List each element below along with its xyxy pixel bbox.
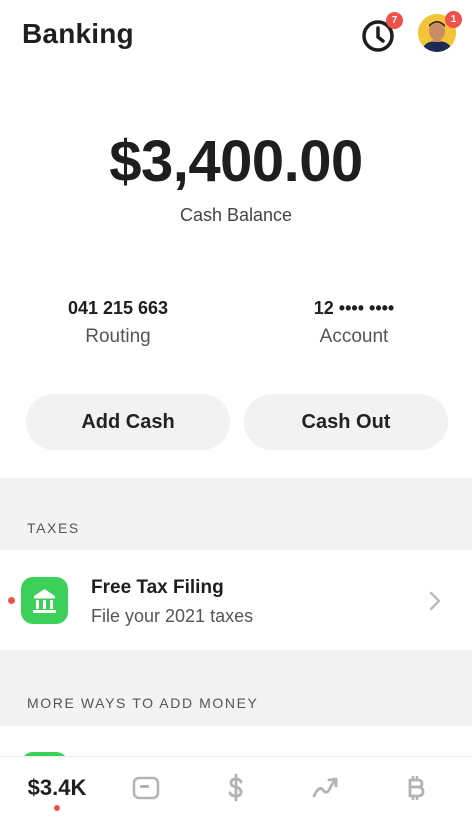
taxes-section-label: TAXES: [27, 520, 80, 536]
activity-button[interactable]: 7: [358, 12, 403, 56]
top-bar: Banking 7 1: [0, 0, 472, 72]
cash-balance-amount: $3,400.00: [109, 129, 363, 194]
dollar-icon: [228, 773, 243, 801]
tab-bar: $3.4K: [0, 756, 472, 818]
profile-button[interactable]: 1: [418, 11, 462, 54]
tax-item-title: Free Tax Filing: [91, 577, 224, 598]
tab-pay[interactable]: [208, 757, 264, 818]
tab-money-label: $3.4K: [27, 774, 87, 800]
page-title: Banking: [22, 18, 134, 49]
investing-icon: [312, 777, 338, 797]
tab-bitcoin[interactable]: [388, 757, 444, 818]
routing-info[interactable]: 041 215 663 Routing: [0, 298, 236, 348]
tax-icon-tile: [21, 577, 68, 624]
account-info[interactable]: 12 •••• •••• Account: [236, 298, 472, 348]
account-label: Account: [319, 326, 389, 347]
tab-card[interactable]: [118, 757, 174, 818]
free-tax-filing-row[interactable]: Free Tax Filing File your 2021 taxes: [0, 550, 472, 650]
cash-balance-label: Cash Balance: [179, 205, 293, 225]
tax-item-subtitle: File your 2021 taxes: [91, 606, 254, 626]
taxes-section-header: TAXES: [0, 478, 472, 550]
routing-label: Routing: [85, 326, 151, 347]
chevron-right-icon: [429, 591, 441, 611]
more-ways-section-header: MORE WAYS TO ADD MONEY: [0, 650, 472, 726]
unread-dot: [8, 597, 15, 604]
tab-investing[interactable]: [298, 757, 354, 818]
bank-icon: [33, 589, 56, 613]
card-icon: [132, 776, 160, 799]
profile-badge: 1: [445, 11, 462, 28]
cash-out-button[interactable]: Cash Out: [244, 394, 448, 450]
more-ways-section-label: MORE WAYS TO ADD MONEY: [27, 695, 259, 711]
add-cash-button[interactable]: Add Cash: [26, 394, 230, 450]
active-tab-dot: [54, 805, 60, 811]
routing-number: 041 215 663: [67, 298, 169, 318]
activity-badge: 7: [386, 12, 403, 29]
bitcoin-icon: [408, 775, 425, 800]
account-number: 12 •••• ••••: [313, 298, 395, 318]
more-ways-row[interactable]: [0, 726, 472, 772]
